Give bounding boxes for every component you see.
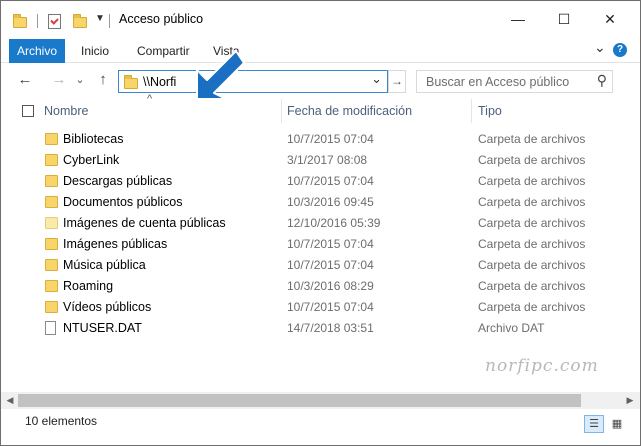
list-item[interactable]: Vídeos públicos 10/7/2015 07:04 Carpeta … bbox=[1, 297, 640, 318]
large-icons-view-icon[interactable]: ▦ bbox=[607, 415, 627, 433]
folder-icon bbox=[45, 301, 58, 313]
properties-icon[interactable] bbox=[48, 14, 61, 29]
folder-icon bbox=[45, 238, 58, 250]
navigation-bar: ← → ⌄ ↑ \\Norfi ⌄ → Buscar en Acceso púb… bbox=[1, 63, 640, 99]
folder-icon bbox=[45, 154, 58, 166]
list-item[interactable]: CyberLink 3/1/2017 08:08 Carpeta de arch… bbox=[1, 150, 640, 171]
item-name: Música pública bbox=[63, 258, 146, 272]
customize-quick-access-icon[interactable]: ▼ bbox=[95, 13, 105, 24]
item-type: Carpeta de archivos bbox=[478, 153, 586, 167]
item-date: 10/7/2015 07:04 bbox=[287, 258, 374, 272]
tab-vista[interactable]: Vista bbox=[213, 40, 239, 62]
item-type: Carpeta de archivos bbox=[478, 132, 586, 146]
column-divider[interactable] bbox=[471, 99, 472, 123]
column-header: ^ Nombre Fecha de modificación Tipo bbox=[1, 93, 640, 123]
item-name: Bibliotecas bbox=[63, 132, 124, 146]
minimize-button[interactable]: — bbox=[495, 1, 541, 37]
item-date: 10/7/2015 07:04 bbox=[287, 300, 374, 314]
folder-icon bbox=[45, 175, 58, 187]
item-date: 3/1/2017 08:08 bbox=[287, 153, 368, 167]
maximize-button[interactable]: ☐ bbox=[541, 1, 587, 37]
title-bar: ▼ Acceso público — ☐ ✕ bbox=[1, 1, 640, 37]
item-name: Imágenes públicas bbox=[63, 237, 168, 251]
column-type[interactable]: Tipo bbox=[478, 104, 502, 118]
ribbon-tabs: Archivo Inicio Compartir Vista ⌄ ? bbox=[1, 37, 640, 63]
item-type: Archivo DAT bbox=[478, 321, 545, 335]
up-button[interactable]: ↑ bbox=[93, 69, 113, 91]
item-name: Documentos públicos bbox=[63, 195, 183, 209]
list-item[interactable]: Documentos públicos 10/3/2016 09:45 Carp… bbox=[1, 192, 640, 213]
tab-compartir[interactable]: Compartir bbox=[137, 40, 190, 62]
folder-icon bbox=[45, 259, 58, 271]
folder-icon bbox=[45, 280, 58, 292]
item-name: Vídeos públicos bbox=[63, 300, 152, 314]
item-name: Imágenes de cuenta públicas bbox=[63, 216, 226, 230]
scrollbar-thumb[interactable] bbox=[18, 394, 581, 407]
item-type: Carpeta de archivos bbox=[478, 237, 586, 251]
quick-access-divider bbox=[37, 14, 38, 28]
folder-icon bbox=[45, 133, 58, 145]
new-folder-icon[interactable] bbox=[73, 14, 87, 28]
forward-button[interactable]: → bbox=[49, 69, 69, 91]
expand-ribbon-icon[interactable]: ⌄ bbox=[594, 39, 606, 56]
item-date: 10/3/2016 08:29 bbox=[287, 279, 374, 293]
search-input[interactable]: Buscar en Acceso público bbox=[426, 75, 569, 89]
title-divider bbox=[109, 14, 110, 28]
item-type: Carpeta de archivos bbox=[478, 279, 586, 293]
window-title: Acceso público bbox=[119, 12, 204, 26]
tab-inicio[interactable]: Inicio bbox=[81, 40, 109, 62]
select-all-checkbox[interactable] bbox=[22, 105, 34, 117]
list-item[interactable]: Descargas públicas 10/7/2015 07:04 Carpe… bbox=[1, 171, 640, 192]
scroll-left-icon[interactable]: ◀ bbox=[3, 394, 17, 407]
list-item[interactable]: Música pública 10/7/2015 07:04 Carpeta d… bbox=[1, 255, 640, 276]
item-type: Carpeta de archivos bbox=[478, 216, 586, 230]
item-type: Carpeta de archivos bbox=[478, 195, 586, 209]
item-date: 12/10/2016 05:39 bbox=[287, 216, 381, 230]
column-name[interactable]: Nombre bbox=[44, 104, 88, 118]
tab-archivo[interactable]: Archivo bbox=[9, 39, 65, 63]
folder-light-icon bbox=[45, 217, 58, 229]
item-date: 10/7/2015 07:04 bbox=[287, 237, 374, 251]
item-name: CyberLink bbox=[63, 153, 120, 167]
file-icon bbox=[45, 321, 56, 335]
list-item[interactable]: Bibliotecas 10/7/2015 07:04 Carpeta de a… bbox=[1, 129, 640, 150]
list-item[interactable]: Roaming 10/3/2016 08:29 Carpeta de archi… bbox=[1, 276, 640, 297]
search-box[interactable]: Buscar en Acceso público ⚲ bbox=[416, 70, 613, 93]
item-name: Roaming bbox=[63, 279, 114, 293]
item-date: 10/7/2015 07:04 bbox=[287, 132, 374, 146]
scroll-right-icon[interactable]: ▶ bbox=[623, 394, 637, 407]
details-view-icon[interactable]: ☰ bbox=[584, 415, 604, 433]
item-date: 10/7/2015 07:04 bbox=[287, 174, 374, 188]
address-bar[interactable]: \\Norfi ⌄ bbox=[118, 70, 388, 93]
column-divider[interactable] bbox=[281, 99, 282, 123]
back-button[interactable]: ← bbox=[15, 69, 35, 91]
item-name: Descargas públicas bbox=[63, 174, 173, 188]
item-type: Carpeta de archivos bbox=[478, 300, 586, 314]
folder-icon bbox=[124, 75, 138, 89]
watermark-text: norfipc.com bbox=[485, 356, 599, 376]
address-dropdown-icon[interactable]: ⌄ bbox=[371, 71, 382, 87]
item-type: Carpeta de archivos bbox=[478, 174, 586, 188]
list-item[interactable]: Imágenes públicas 10/7/2015 07:04 Carpet… bbox=[1, 234, 640, 255]
search-icon[interactable]: ⚲ bbox=[597, 72, 607, 89]
sort-indicator-icon: ^ bbox=[147, 93, 153, 105]
item-name: NTUSER.DAT bbox=[63, 321, 142, 335]
status-bar: 10 elementos ☰ ▦ bbox=[1, 409, 640, 445]
item-date: 10/3/2016 09:45 bbox=[287, 195, 374, 209]
item-count: 10 elementos bbox=[25, 414, 98, 428]
recent-locations-button[interactable]: ⌄ bbox=[73, 69, 87, 91]
close-button[interactable]: ✕ bbox=[587, 1, 633, 37]
list-item[interactable]: Imágenes de cuenta públicas 12/10/2016 0… bbox=[1, 213, 640, 234]
folder-icon bbox=[13, 14, 27, 28]
help-icon[interactable]: ? bbox=[613, 43, 627, 57]
item-type: Carpeta de archivos bbox=[478, 258, 586, 272]
horizontal-scrollbar[interactable]: ◀ ▶ bbox=[1, 392, 640, 409]
list-item[interactable]: NTUSER.DAT 14/7/2018 03:51 Archivo DAT bbox=[1, 318, 640, 339]
column-date[interactable]: Fecha de modificación bbox=[287, 104, 412, 118]
explorer-window: ▼ Acceso público — ☐ ✕ Archivo Inicio Co… bbox=[0, 0, 641, 446]
address-path: \\Norfi bbox=[143, 75, 177, 89]
folder-icon bbox=[45, 196, 58, 208]
go-button[interactable]: → bbox=[388, 70, 406, 93]
item-date: 14/7/2018 03:51 bbox=[287, 321, 374, 335]
